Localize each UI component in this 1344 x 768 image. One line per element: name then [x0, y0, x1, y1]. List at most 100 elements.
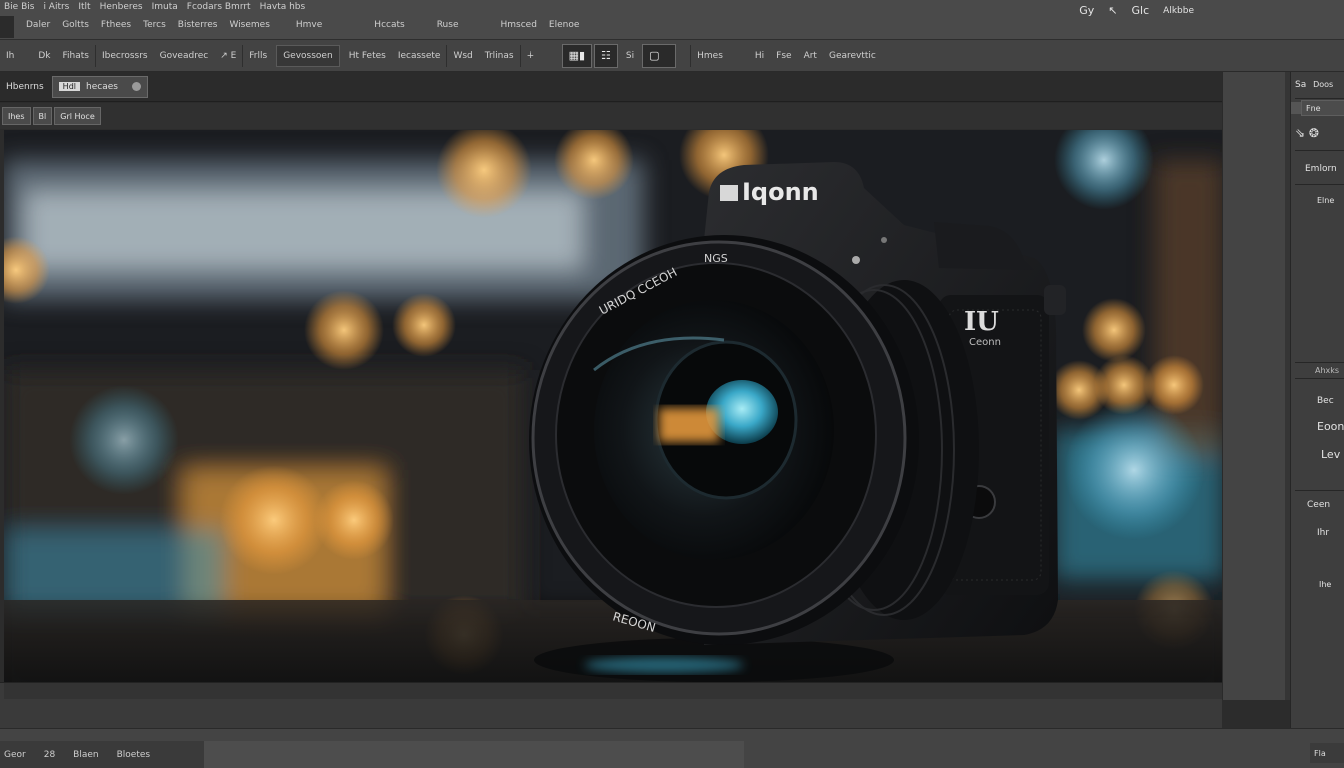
panel-row[interactable]: Eoon — [1317, 420, 1344, 433]
panel-tab[interactable]: Sa Doos — [1295, 80, 1344, 90]
option-item[interactable]: ↗ E — [214, 45, 242, 67]
view-tab-bar: Ihes Bl Grl Hoce — [0, 103, 1222, 129]
option-item[interactable]: Fihats — [57, 45, 95, 67]
panel-row[interactable]: Ceen — [1307, 500, 1344, 510]
panel-row[interactable]: Ihr — [1317, 528, 1344, 538]
vertical-scroll-area — [1222, 72, 1291, 700]
option-item[interactable]: Ibecrossrs — [94, 44, 154, 67]
option-item[interactable]: Fse — [770, 45, 797, 67]
menu-subitem[interactable]: Bisterres — [178, 20, 218, 34]
divider — [1295, 150, 1344, 151]
panel-row[interactable]: Bec — [1317, 396, 1344, 406]
workspace-label[interactable]: Alkbbe — [1163, 6, 1194, 16]
panel-tab-label: Sa — [1295, 80, 1307, 90]
canvas-footer — [0, 682, 1222, 728]
app-logo[interactable] — [0, 16, 14, 38]
option-item[interactable]: Dk — [32, 45, 56, 67]
panel-row[interactable]: Ihe — [1319, 580, 1344, 589]
menu-item[interactable]: Bie Bis — [4, 2, 34, 16]
document-area: Hbenrns Hdl hecaes Ihes Bl Grl Hoce Iqon… — [0, 72, 1290, 728]
document-tag: Hdl — [58, 82, 80, 91]
option-item[interactable]: Iecassete — [392, 45, 447, 67]
menu-bar: Bie Bis i Aitrs Itlt Henberes Imuta Fcod… — [0, 0, 1344, 40]
option-item[interactable]: Ih — [0, 45, 20, 67]
camera-brand: Iqonn — [742, 178, 819, 206]
option-item[interactable]: Si — [620, 45, 640, 67]
panel-icon-row[interactable]: ⇘ ❂ — [1295, 126, 1344, 140]
close-icon[interactable] — [131, 82, 141, 91]
view-tab[interactable]: Bl — [32, 107, 53, 125]
option-item[interactable]: Hmes — [690, 44, 729, 67]
document-tab-label[interactable]: Hbenrns — [0, 76, 50, 98]
camera-photo: Iqonn IU Ceonn URIDQ CCEOH NGS REOON — [4, 130, 1222, 682]
options-bar: Ih Dk Fihats Ibecrossrs Goveadrec ↗ E Fr… — [0, 40, 1344, 72]
option-item[interactable]: Wsd — [446, 44, 478, 67]
lens-text-right: NGS — [704, 252, 728, 265]
align-center-icon[interactable]: ☷ — [594, 43, 618, 68]
workspace-switcher[interactable]: Glc — [1132, 4, 1150, 17]
menu-subitem[interactable]: Elenoe — [549, 20, 579, 34]
menu-item[interactable]: Itlt — [78, 2, 90, 16]
status-item: 28 — [43, 750, 56, 760]
menu-subitem[interactable]: Hmsced — [500, 20, 536, 34]
option-item[interactable]: Art — [798, 45, 823, 67]
divider — [1295, 378, 1344, 379]
option-item[interactable]: Trlinas — [479, 45, 520, 67]
divider — [1295, 362, 1344, 363]
view-tab[interactable]: Ihes — [2, 107, 31, 125]
document-subtitle: hecaes — [86, 81, 118, 92]
status-right[interactable]: Fla — [1310, 743, 1344, 763]
status-item: Bloetes — [116, 750, 151, 760]
status-info: Geor 28 Blaen Bloetes — [0, 741, 204, 768]
document-tab[interactable]: Hdl hecaes — [51, 75, 148, 98]
panel-row[interactable]: Elne — [1317, 196, 1344, 205]
document-tab-bar: Hbenrns Hdl hecaes — [0, 72, 1222, 102]
camera-badge: IU — [964, 307, 999, 337]
right-panel: Sa Doos Fne ⇘ ❂ Emlorn Elne Ahxks Bec Eo… — [1290, 72, 1344, 728]
option-item[interactable]: Frlls — [242, 44, 273, 67]
menu-subitem[interactable]: Hccats — [374, 20, 404, 34]
image-canvas[interactable]: Iqonn IU Ceonn URIDQ CCEOH NGS REOON — [4, 130, 1222, 682]
menubar-right: Gy ↖ Glc Alkbbe — [1079, 4, 1194, 17]
transform-icon[interactable]: ▢ — [642, 43, 677, 68]
menu-item[interactable]: Fcodars Bmrrt — [187, 2, 251, 16]
option-item[interactable]: Hi — [749, 45, 770, 67]
option-dropdown[interactable]: Gevossoen — [276, 44, 340, 67]
panel-button[interactable]: Fne — [1301, 100, 1344, 116]
menu-item[interactable]: i Aitrs — [43, 2, 69, 16]
menu-item[interactable]: Henberes — [100, 2, 143, 16]
align-left-icon[interactable]: ▦▮ — [561, 43, 593, 68]
option-item[interactable]: Gearevttic — [823, 45, 882, 67]
panel-tab-label-2: Doos — [1313, 80, 1334, 89]
menu-subitems: Daler Goltts Fthees Tercs Bisterres Wise… — [16, 20, 579, 34]
menu-subitem[interactable]: Hmve — [296, 20, 322, 34]
menu-subitem[interactable]: Daler — [26, 20, 50, 34]
menu-item[interactable]: Havta hbs — [260, 2, 306, 16]
divider — [1295, 490, 1344, 491]
menu-subitem[interactable]: Fthees — [101, 20, 131, 34]
menu-subitem[interactable]: Wisemes — [229, 20, 269, 34]
menu-subitem[interactable]: Tercs — [143, 20, 166, 34]
status-progress — [204, 741, 744, 768]
option-item[interactable]: ∔ — [519, 44, 560, 67]
view-tab[interactable]: Grl Hoce — [54, 107, 101, 125]
menu-subitem[interactable]: Goltts — [62, 20, 89, 34]
panel-heading: Emlorn — [1305, 164, 1337, 174]
panel-section: Ahxks — [1315, 366, 1340, 375]
option-item[interactable]: Goveadrec — [154, 45, 215, 67]
cursor-icon[interactable]: ↖ — [1108, 4, 1117, 17]
menu-item[interactable]: Imuta — [152, 2, 178, 16]
status-item: Blaen — [73, 750, 99, 760]
option-item[interactable]: Ht Fetes — [343, 45, 392, 67]
menu-subitem[interactable]: Ruse — [437, 20, 459, 34]
camera-badge-sub: Ceonn — [969, 337, 1001, 348]
horizontal-scrollbar[interactable] — [4, 683, 1222, 699]
menu-items: Bie Bis i Aitrs Itlt Henberes Imuta Fcod… — [0, 2, 305, 16]
divider — [1295, 98, 1344, 99]
panel-row[interactable]: Lev — [1321, 448, 1344, 461]
layer-thumb[interactable] — [1291, 102, 1301, 114]
status-item: Geor — [4, 750, 26, 760]
account-icon[interactable]: Gy — [1079, 4, 1094, 17]
divider — [1295, 184, 1344, 185]
status-bar: Geor 28 Blaen Bloetes Fla — [0, 728, 1344, 768]
